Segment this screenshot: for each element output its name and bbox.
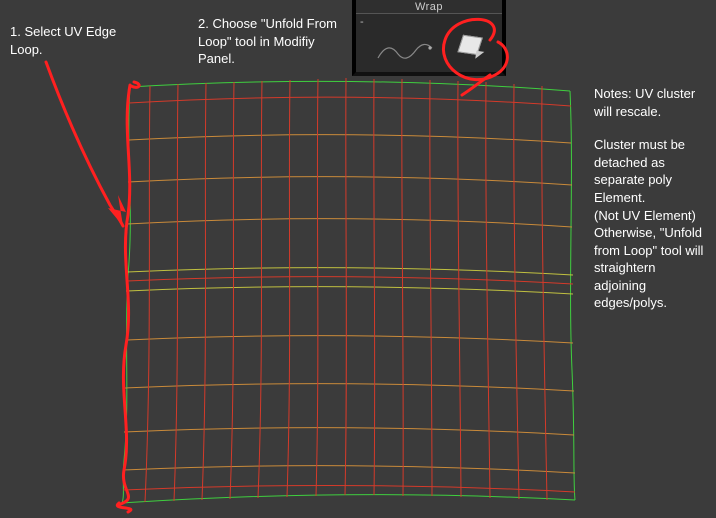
- notes-line-2: Cluster must be detached as separate pol…: [594, 136, 709, 206]
- arrow-step-1: [46, 62, 126, 226]
- viewport-canvas: 1. Select UV Edge Loop. 2. Choose "Unfol…: [0, 0, 716, 518]
- annotation-step-1: 1. Select UV Edge Loop.: [10, 23, 150, 58]
- uv-mesh: [122, 78, 575, 503]
- edge-loop-highlight-scribble: [117, 82, 139, 512]
- notes-line-1: Notes: UV cluster will rescale.: [594, 85, 709, 120]
- wrap-panel-title: Wrap: [356, 0, 502, 14]
- wrap-panel: Wrap -: [352, 0, 506, 76]
- notes-line-4: Otherwise, "Unfold from Loop" tool will …: [594, 224, 709, 312]
- wrap-squiggle-icon: [376, 36, 436, 66]
- annotation-step-2: 2. Choose "Unfold From Loop" tool in Mod…: [198, 15, 348, 68]
- notes-line-3: (Not UV Element): [594, 207, 709, 225]
- wrap-panel-body: -: [356, 14, 502, 70]
- wrap-panel-dash: -: [360, 16, 364, 28]
- unfold-from-loop-icon[interactable]: [459, 35, 484, 58]
